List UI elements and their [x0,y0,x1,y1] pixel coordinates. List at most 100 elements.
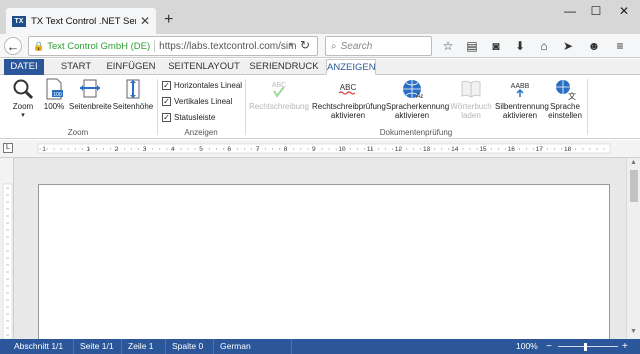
minimize-icon[interactable]: — [560,4,580,18]
browser-tab-strip: TX TX Text Control .NET Serv... ✕ + — ☐ … [0,0,640,34]
h-ruler-checkbox[interactable]: ✓ Horizontales Lineal [162,81,242,90]
search-placeholder: Search [340,40,373,52]
scroll-down-icon[interactable]: ▼ [630,328,637,335]
spelling-label: Rechtschreibung [248,102,310,111]
ruler-number: 1 [86,146,90,153]
pocket-icon[interactable]: ◙ [489,39,503,53]
scroll-thumb[interactable] [630,170,638,202]
tab-seitenlayout[interactable]: SEITENLAYOUT [166,59,242,75]
close-tab-icon[interactable]: ✕ [140,14,150,28]
check-icon: ✓ [162,113,171,122]
home-icon[interactable]: ⌂ [537,39,551,53]
language-settings-button[interactable]: 文 Sprache einstellen [545,78,585,120]
ruler-number: 16 [508,146,516,153]
page-height-icon [126,79,140,99]
tab-anzeigen[interactable]: ANZEIGEN [326,59,376,75]
zoom-button[interactable]: Zoom ▾ [8,78,38,120]
svg-text:AABB: AABB [511,83,530,90]
url-bar[interactable]: 🔒 Text Control GmbH (DE) https://labs.te… [28,36,318,56]
tab-seriendruck[interactable]: SERIENDRUCK [248,59,320,75]
document-area[interactable] [14,158,626,354]
zoom-slider[interactable] [558,346,618,347]
menu-icon[interactable]: ≡ [613,39,627,53]
back-icon[interactable]: ← [4,37,22,55]
page-width-icon [80,79,100,98]
spelling-button[interactable]: ABC Rechtschreibung [248,78,310,111]
emoji-icon[interactable]: ☻ [587,39,601,53]
window-close-icon[interactable]: ✕ [614,4,634,18]
ruler-number: 10 [338,146,346,153]
reload-icon[interactable]: ↻ [300,38,310,52]
search-input[interactable]: ⌕ Search [325,36,432,56]
new-tab-icon[interactable]: + [164,12,173,28]
zoom-slider-knob[interactable] [584,343,587,351]
download-icon[interactable]: ⬇ [513,39,527,53]
ruler-ticks [39,148,605,150]
lock-icon: 🔒 [33,40,45,51]
reading-list-icon[interactable]: ▤ [465,39,479,53]
vertical-scrollbar[interactable]: ▲ ▼ [626,158,640,339]
group-label-dokumentenpruefung: Dokumentenprüfung [379,128,453,137]
url-text[interactable]: https://labs.textcontrol.com/simp [159,41,297,52]
ruler-number: 5 [199,146,203,153]
tab-einfuegen[interactable]: EINFÜGEN [103,59,159,75]
horizontal-ruler[interactable]: L 1 1 2 3 4 5 6 7 8 9 10 11 12 13 14 15 16 17 18 [0,140,640,158]
svg-text:Aa: Aa [416,93,423,100]
group-separator [157,79,158,135]
zoom-out-icon[interactable]: − [546,339,552,354]
browser-nav-bar: ← 🔒 Text Control GmbH (DE) https://labs.… [0,34,640,58]
abc-spell-icon: ABC [338,83,356,95]
tx-favicon-icon: TX [12,15,26,27]
group-separator [587,79,588,135]
search-icon: ⌕ [331,40,337,52]
language-detect-label: Spracherkennung aktivieren [386,102,450,120]
ruler-number: 4 [171,146,175,153]
ruler-number: 13 [423,146,431,153]
ruler-number: 14 [451,146,459,153]
spellcheck-activate-button[interactable]: ABC Rechtschreibprüfung aktivieren [312,78,386,120]
tab-start[interactable]: START [56,59,96,75]
zoom-100-button[interactable]: 100 100% [40,78,68,111]
dictionary-load-button[interactable]: Wörterbuch laden [448,78,494,120]
ruler-scale: 1 1 2 3 4 5 6 7 8 9 10 11 12 13 14 15 16 17 18 [37,143,611,154]
magnifier-icon [13,79,34,100]
v-ruler-label: Vertikales Lineal [174,97,233,106]
page-height-button[interactable]: Seitenhöhe [112,78,154,111]
globe-language-icon: Aa [403,80,423,100]
ruler-number: 2 [115,146,119,153]
browser-tab[interactable]: TX TX Text Control .NET Serv... ✕ [6,8,156,34]
vertical-ruler[interactable] [0,158,14,339]
language-settings-label: Sprache einstellen [548,102,582,120]
status-bar: Abschnitt 1/1 Seite 1/1 Zeile 1 Spalte 0… [0,339,640,354]
send-icon[interactable]: ➤ [561,39,575,53]
ruler-number: 11 [367,146,374,153]
hyphenation-label: Silbentrennung aktivieren [495,102,549,120]
h-ruler-label: Horizontales Lineal [174,81,243,90]
book-icon [461,80,481,98]
ruler-number: 17 [536,146,544,153]
scroll-up-icon[interactable]: ▲ [630,159,637,166]
v-ruler-checkbox[interactable]: ✓ Vertikales Lineal [162,97,232,106]
zoom-dropdown-icon: ▾ [21,112,25,119]
ruler-number: 7 [256,146,260,153]
ruler-number: 18 [564,146,572,153]
tab-title: TX Text Control .NET Serv... [31,15,136,27]
star-icon[interactable]: ☆ [441,39,455,53]
maximize-icon[interactable]: ☐ [586,4,606,18]
document-page[interactable] [38,184,610,354]
ruler-number: 6 [227,146,231,153]
ruler-number: 9 [312,146,316,153]
hyphenation-button[interactable]: AABB Silbentrennung aktivieren [495,78,549,120]
page-width-button[interactable]: Seitenbreite [69,78,112,111]
vruler-scale [2,183,13,339]
check-icon: ✓ [162,81,171,90]
tab-datei[interactable]: DATEI [4,59,44,75]
url-dropdown-icon[interactable]: ▾ [289,40,293,49]
statusbar-checkbox[interactable]: ✓ Statusleiste [162,113,215,122]
zoom-in-icon[interactable]: + [622,339,628,354]
status-language[interactable]: German (Germany) [214,339,292,354]
language-detect-button[interactable]: Aa Spracherkennung aktivieren [386,78,449,120]
status-column: Spalte 0 [166,339,214,354]
page-width-label: Seitenbreite [69,102,112,111]
ruler-number: 15 [479,146,487,153]
